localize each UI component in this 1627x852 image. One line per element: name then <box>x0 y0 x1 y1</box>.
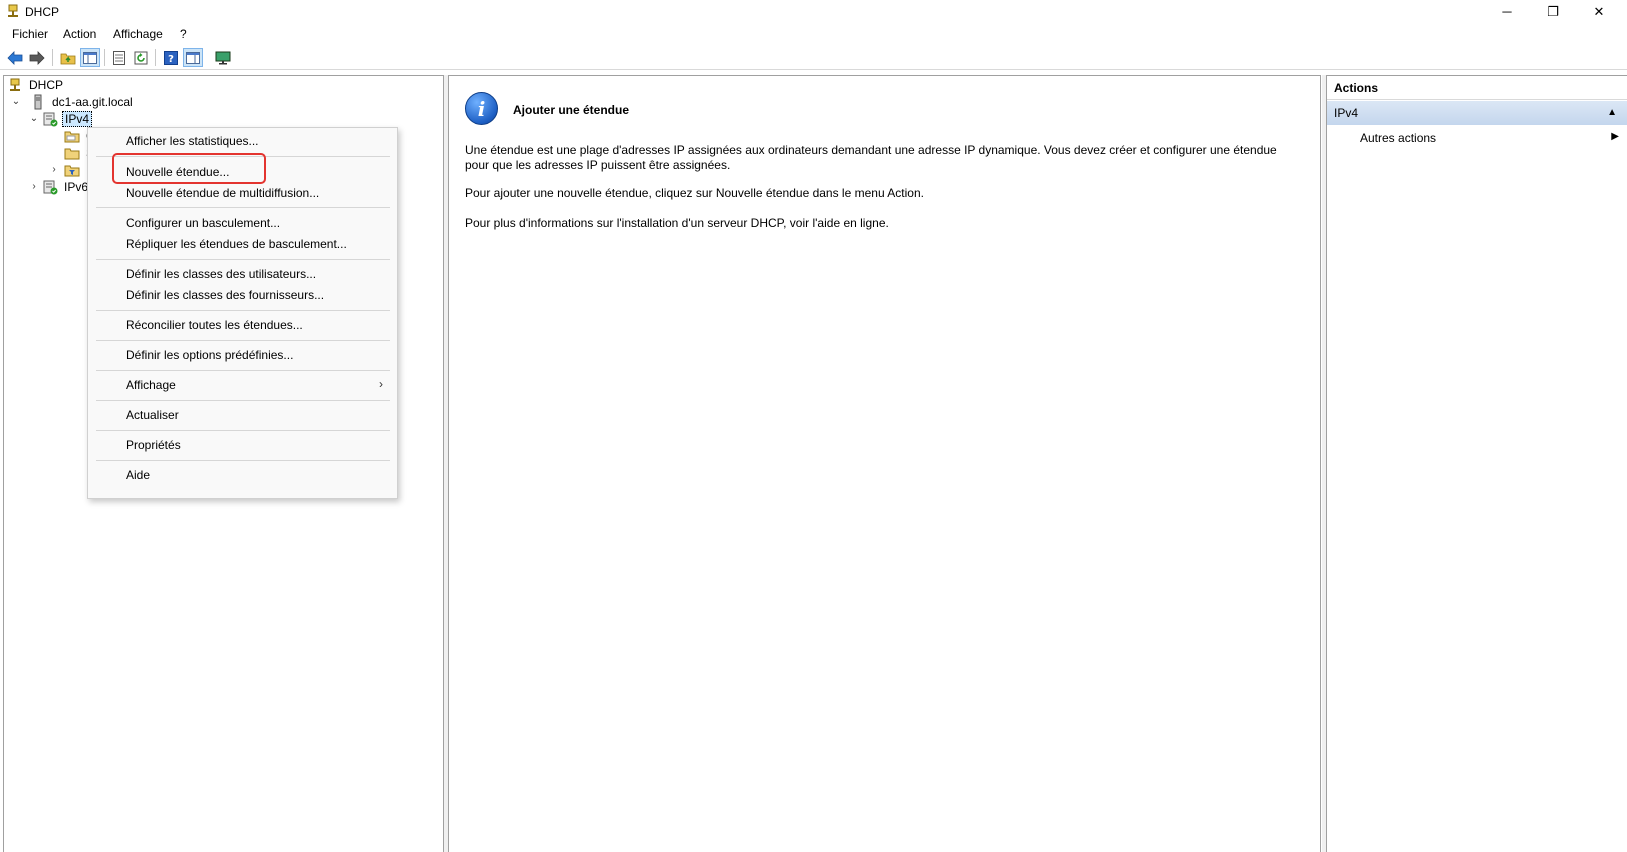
tree-item-dhcp-root[interactable]: DHCP <box>7 76 65 93</box>
actions-section-ipv4[interactable]: IPv4 ▲ <box>1327 101 1627 125</box>
folder-icon <box>64 131 80 142</box>
menu-separator <box>96 430 390 431</box>
show-hide-action-pane-icon[interactable] <box>183 48 203 67</box>
content-paragraph-3: Pour plus d'informations sur l'installat… <box>465 216 889 230</box>
submenu-arrow-icon[interactable]: ▶ <box>1611 131 1619 142</box>
server-icon <box>34 94 42 109</box>
minimize-button[interactable]: ─ <box>1484 0 1530 23</box>
ctx-actualiser[interactable]: Actualiser <box>126 408 179 422</box>
tree-label-ipv6: IPv6 <box>64 179 89 194</box>
forward-arrow-icon[interactable] <box>27 48 47 67</box>
chevron-down-icon[interactable]: ⌄ <box>10 96 22 108</box>
chevron-right-icon[interactable]: › <box>48 164 60 176</box>
refresh-icon[interactable] <box>131 48 151 67</box>
ctx-repliquer-etendues[interactable]: Répliquer les étendues de basculement... <box>126 237 347 251</box>
ctx-nouvelle-etendue-multidiffusion[interactable]: Nouvelle étendue de multidiffusion... <box>126 186 319 200</box>
back-arrow-icon[interactable] <box>5 48 25 67</box>
ipv4-icon <box>43 112 58 126</box>
menu-separator <box>96 340 390 341</box>
dhcp-root-icon <box>10 78 20 91</box>
ctx-reconcilier-etendues[interactable]: Réconcilier toutes les étendues... <box>126 318 303 332</box>
highlight-annotation <box>112 153 266 184</box>
content-paragraph-1: Une étendue est une plage d'adresses IP … <box>465 143 1277 172</box>
filter-folder-icon <box>64 165 80 176</box>
menu-separator <box>96 400 390 401</box>
ctx-classes-utilisateurs[interactable]: Définir les classes des utilisateurs... <box>126 267 316 281</box>
menu-help[interactable]: ? <box>180 27 187 41</box>
toolbar: ? <box>0 44 1627 70</box>
up-folder-icon[interactable] <box>58 48 78 67</box>
tree-label-ipv4: IPv4 <box>62 110 93 127</box>
toolbar-separator <box>104 49 105 66</box>
svg-text:?: ? <box>168 54 174 65</box>
menu-separator <box>96 259 390 260</box>
maximize-button[interactable]: ❐ <box>1530 0 1576 23</box>
chevron-right-icon[interactable]: › <box>28 181 40 193</box>
ctx-affichage[interactable]: Affichage <box>126 378 176 392</box>
show-hide-tree-icon[interactable] <box>80 48 100 67</box>
tree-item-child3[interactable]: › I <box>48 161 91 178</box>
tree-item-ipv6[interactable]: › IPv6 <box>28 178 90 195</box>
menu-separator <box>96 207 390 208</box>
tree-item-server[interactable]: ⌄ dc1-aa.git.local <box>10 93 135 110</box>
ctx-configurer-basculement[interactable]: Configurer un basculement... <box>126 216 280 230</box>
actions-header: Actions <box>1327 76 1627 100</box>
ipv6-icon <box>43 180 58 194</box>
export-list-icon[interactable] <box>109 48 129 67</box>
title-bar: DHCP ─ ❐ ✕ <box>0 0 1627 23</box>
help-icon[interactable]: ? <box>161 48 181 67</box>
toolbar-separator <box>155 49 156 66</box>
menu-separator <box>96 310 390 311</box>
other-actions-link[interactable]: Autres actions <box>1360 131 1436 145</box>
collapse-arrow-icon[interactable]: ▲ <box>1607 107 1617 118</box>
tree-label-server: dc1-aa.git.local <box>52 94 133 109</box>
submenu-arrow-icon: › <box>379 377 383 391</box>
actions-pane: Actions IPv4 ▲ Autres actions ▶ <box>1326 75 1627 852</box>
ctx-afficher-statistiques[interactable]: Afficher les statistiques... <box>126 134 259 148</box>
content-paragraph-2: Pour ajouter une nouvelle étendue, cliqu… <box>465 186 924 200</box>
dhcp-app-icon <box>8 4 18 17</box>
menu-affichage[interactable]: Affichage <box>113 27 163 41</box>
info-icon: i <box>465 92 498 125</box>
menu-bar: Fichier Action Affichage ? <box>0 23 1627 44</box>
ctx-proprietes[interactable]: Propriétés <box>126 438 181 452</box>
menu-action[interactable]: Action <box>63 27 96 41</box>
menu-fichier[interactable]: Fichier <box>12 27 48 41</box>
tree-label-dhcp: DHCP <box>29 77 64 92</box>
actions-section-label: IPv4 <box>1334 106 1359 120</box>
monitor-icon[interactable] <box>213 48 233 67</box>
toolbar-separator <box>52 49 53 66</box>
close-button[interactable]: ✕ <box>1576 0 1622 23</box>
ctx-aide[interactable]: Aide <box>126 468 150 482</box>
results-pane: i Ajouter une étendue Une étendue est un… <box>448 75 1321 852</box>
menu-separator <box>96 460 390 461</box>
content-title: Ajouter une étendue <box>513 103 630 117</box>
ctx-classes-fournisseurs[interactable]: Définir les classes des fournisseurs... <box>126 288 324 302</box>
menu-separator <box>96 370 390 371</box>
chevron-down-icon[interactable]: ⌄ <box>28 113 40 125</box>
ctx-options-predefinies[interactable]: Définir les options prédéfinies... <box>126 348 293 362</box>
folder-icon <box>64 148 80 159</box>
tree-item-ipv4[interactable]: ⌄ IPv4 <box>28 110 93 127</box>
window-title: DHCP <box>25 5 60 19</box>
